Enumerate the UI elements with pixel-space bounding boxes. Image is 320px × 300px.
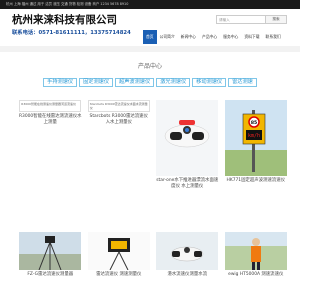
product-caption[interactable]: FZ-G雷达流速仪测量器 [18,272,82,278]
product-caption[interactable]: 雷达流速仪 测速测量仪 [87,272,151,278]
category-tabs: 手持测速仪 固定测速仪 超声波测速仪 激光测速仪 移动测速仪 雷达测速 [0,78,300,87]
nav-home[interactable]: 首页 [143,30,157,44]
speed-sign-image[interactable]: 85 km/h [224,100,287,176]
top-info-bar: 杭州 上海 福州 通过 用于 洁员 液压 交通 货物 检测 设备 商户 1234… [0,0,300,9]
category-fixed[interactable]: 固定测速仪 [79,78,114,87]
nav-contact[interactable]: 联系我们 [263,30,284,44]
product-card[interactable]: 雷达流速仪 测速测量仪 [85,232,154,294]
banner-strip [0,46,300,52]
nav-news[interactable]: 新闻中心 [178,30,199,44]
product-caption[interactable]: 港水流速仪测量水流 [155,272,219,278]
category-mobile[interactable]: 移动测速仪 [192,78,227,87]
product-caption[interactable]: star-one水下推进器漂流水面速度仪 水上测量仪 [155,178,219,190]
search-button[interactable]: 搜索 [266,15,287,24]
sign-limit-text: 85 [251,120,257,126]
contact-phone: 联系电话：0571-81611111，13375714824 [12,30,131,36]
broken-image-icon[interactable]: Starcbots R3000雷达流速仪水面水流测量仪 [87,100,150,112]
product-card[interactable]: 港水流速仪测量水流 [153,232,222,294]
product-grid-row-2: FZ-G雷达流速仪测量器 雷达流速仪 测速测量仪 港水流速仪测量水流 ewig … [16,232,290,294]
search-input[interactable]: 请输入 [216,15,266,24]
product-card[interactable]: ewig HT5000A 测速流速仪 [222,232,291,294]
nav-about[interactable]: 公司简介 [157,30,178,44]
main-nav: 首页 公司简介 新闻中心 产品中心 服务中心 资料下载 联系我们 [143,30,284,44]
category-handheld[interactable]: 手持测速仪 [43,78,78,87]
sign-unit-text: km/h [248,133,260,139]
product-card[interactable]: FZ-G雷达流速仪测量器 [16,232,85,294]
top-info-text: 杭州 上海 福州 通过 用于 洁员 液压 交通 货物 检测 设备 商户 1234… [6,2,129,6]
field-worker-image[interactable] [224,232,287,270]
broken-image-icon[interactable]: R3000智能在线测速仪测量器河道流速仪 [19,100,82,112]
category-laser[interactable]: 激光测速仪 [156,78,191,87]
product-caption[interactable]: ewig HT5000A 测速流速仪 [224,272,288,278]
product-card[interactable]: R3000智能在线测速仪测量器河道流速仪 R3000智能在线雷达测流速仪水上测量 [16,100,85,230]
nav-products[interactable]: 产品中心 [199,30,220,44]
underwater-robot-image[interactable] [156,232,219,270]
underwater-drone-image[interactable] [156,100,219,176]
nav-service[interactable]: 服务中心 [220,30,241,44]
category-ultrasonic[interactable]: 超声波测速仪 [115,78,155,87]
product-grid-row-1: R3000智能在线测速仪测量器河道流速仪 R3000智能在线雷达测流速仪水上测量… [16,100,290,230]
product-caption[interactable]: Starcbots R3000雷达流速仪 入水上测量仪 [87,114,151,126]
nav-downloads[interactable]: 资料下载 [241,30,262,44]
product-card[interactable]: Starcbots R3000雷达流速仪水面水流测量仪 Starcbots R3… [85,100,154,230]
product-caption[interactable]: HK771固定超声波测速流速仪 [224,178,288,184]
radar-device-image[interactable] [87,232,150,270]
product-card[interactable]: star-one水下推进器漂流水面速度仪 水上测量仪 [153,100,222,230]
category-radar[interactable]: 雷达测速 [228,78,257,87]
tripod-radar-image[interactable] [19,232,82,270]
company-name[interactable]: 杭州来涞科技有限公司 [12,12,117,27]
product-card[interactable]: 85 km/h HK771固定超声波测速流速仪 [222,100,291,230]
section-title: 产品中心 [137,63,162,70]
product-caption[interactable]: R3000智能在线雷达测流速仪水上测量 [18,114,82,126]
